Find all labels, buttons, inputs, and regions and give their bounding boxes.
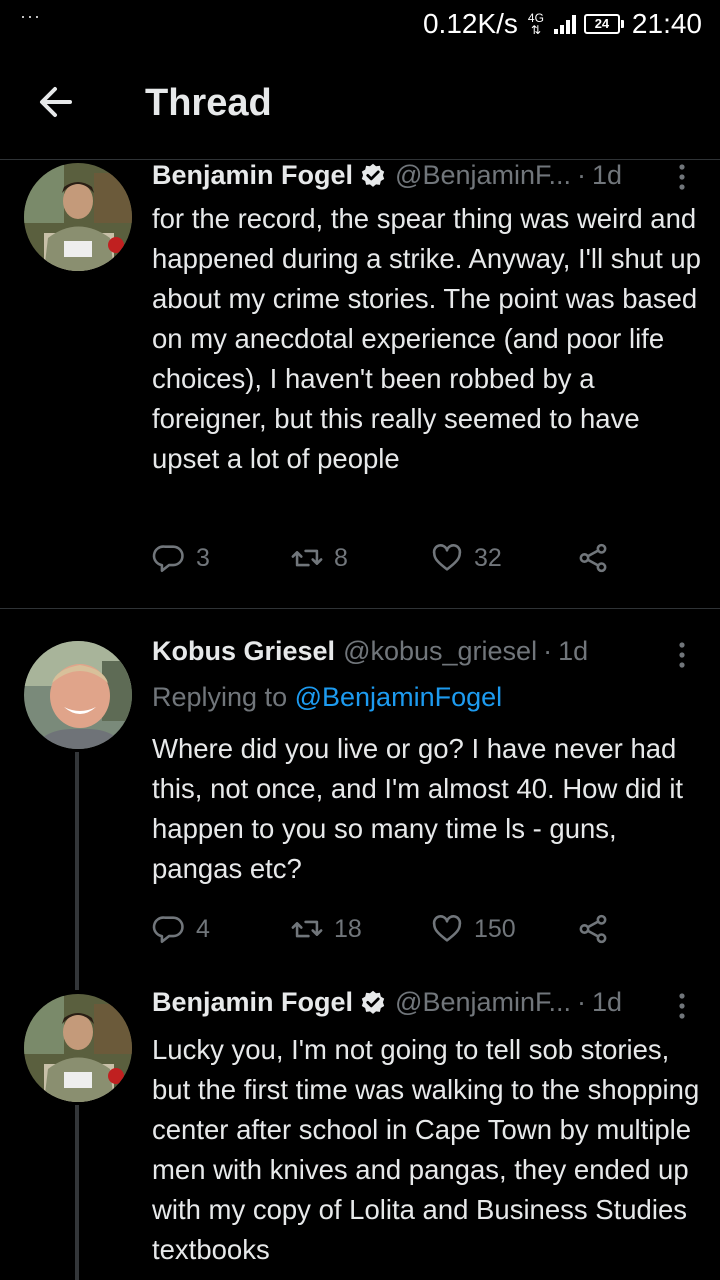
like-button[interactable]: 150 xyxy=(430,912,576,946)
thread-line xyxy=(75,752,79,990)
share-button[interactable] xyxy=(576,912,610,946)
tweet-time[interactable]: 1d xyxy=(558,636,588,667)
author-name[interactable]: Benjamin Fogel xyxy=(152,160,353,191)
author-name[interactable]: Kobus Griesel xyxy=(152,636,335,667)
tweet-time[interactable]: 1d xyxy=(592,987,622,1018)
tweet-text: Where did you live or go? I have never h… xyxy=(152,733,684,884)
tweet-text: for the record, the spear thing was weir… xyxy=(152,203,701,474)
more-vertical-icon[interactable] xyxy=(672,162,692,192)
reply-icon xyxy=(152,916,184,944)
share-icon xyxy=(579,914,607,944)
author-handle[interactable]: @BenjaminF... xyxy=(395,160,571,191)
network-speed: 0.12K/s xyxy=(422,8,518,39)
notification-dots: ··· xyxy=(20,6,41,26)
retweet-icon xyxy=(291,920,323,938)
separator: · xyxy=(543,636,553,666)
retweet-count: 18 xyxy=(334,914,362,943)
clock: 21:40 xyxy=(631,8,702,39)
heart-icon xyxy=(432,915,462,942)
retweet-button[interactable]: 8 xyxy=(290,541,430,575)
tweet-time[interactable]: 1d xyxy=(592,160,622,191)
tweet[interactable]: Kobus Griesel @kobus_griesel · 1d Replyi… xyxy=(0,632,720,990)
tweet-header: Benjamin Fogel @BenjaminF... · 1d xyxy=(152,987,700,1018)
heart-icon xyxy=(432,544,462,571)
reply-count: 4 xyxy=(196,914,210,943)
reply-button[interactable]: 3 xyxy=(152,541,290,575)
divider xyxy=(0,608,720,609)
retweet-icon xyxy=(291,549,323,567)
status-bar: ··· 0.12K/s 4G ⇅ 24 21:40 xyxy=(0,0,720,50)
replying-mention[interactable]: @BenjaminFogel xyxy=(295,682,503,712)
reply-button[interactable]: 4 xyxy=(152,912,290,946)
more-vertical-icon[interactable] xyxy=(672,640,692,670)
signal-icon xyxy=(553,14,576,34)
avatar[interactable] xyxy=(24,641,132,749)
tweet-actions: 4 18 150 xyxy=(152,912,610,946)
replying-label: Replying to xyxy=(152,682,288,712)
like-count: 150 xyxy=(474,914,516,943)
tweet[interactable]: Benjamin Fogel @BenjaminF... · 1d for th… xyxy=(0,160,720,608)
thread-line xyxy=(75,1105,79,1280)
arrow-left-icon[interactable] xyxy=(36,82,76,122)
separator: · xyxy=(577,987,587,1017)
tweet-header: Kobus Griesel @kobus_griesel · 1d xyxy=(152,636,700,667)
like-button[interactable]: 32 xyxy=(430,541,576,575)
retweet-button[interactable]: 18 xyxy=(290,912,430,946)
reply-icon xyxy=(152,545,184,573)
author-name[interactable]: Benjamin Fogel xyxy=(152,987,353,1018)
reply-count: 3 xyxy=(196,543,210,572)
thread-header: Thread xyxy=(0,50,720,160)
replying-to: Replying to @BenjaminFogel xyxy=(152,682,502,713)
avatar[interactable] xyxy=(24,994,132,1102)
share-icon xyxy=(579,543,607,573)
tweet-text: Lucky you, I'm not going to tell sob sto… xyxy=(152,1034,700,1265)
tweet-actions: 3 8 32 xyxy=(152,541,610,575)
separator: · xyxy=(577,160,587,190)
battery-icon: 24 xyxy=(583,14,624,34)
retweet-count: 8 xyxy=(334,543,348,572)
author-handle[interactable]: @BenjaminF... xyxy=(395,987,571,1018)
tweet-header: Benjamin Fogel @BenjaminF... · 1d xyxy=(152,160,700,191)
verified-badge-icon xyxy=(361,163,385,187)
author-handle[interactable]: @kobus_griesel xyxy=(343,636,537,667)
network-type: 4G ⇅ xyxy=(527,11,544,37)
page-title: Thread xyxy=(145,82,272,124)
battery-level: 24 xyxy=(583,14,620,34)
avatar[interactable] xyxy=(24,163,132,271)
like-count: 32 xyxy=(474,543,502,572)
status-right: 0.12K/s 4G ⇅ 24 21:40 xyxy=(423,8,702,40)
tweet[interactable]: Benjamin Fogel @BenjaminF... · 1d Lucky … xyxy=(0,985,720,1280)
share-button[interactable] xyxy=(576,541,610,575)
more-vertical-icon[interactable] xyxy=(672,991,692,1021)
verified-badge-icon xyxy=(361,990,385,1014)
